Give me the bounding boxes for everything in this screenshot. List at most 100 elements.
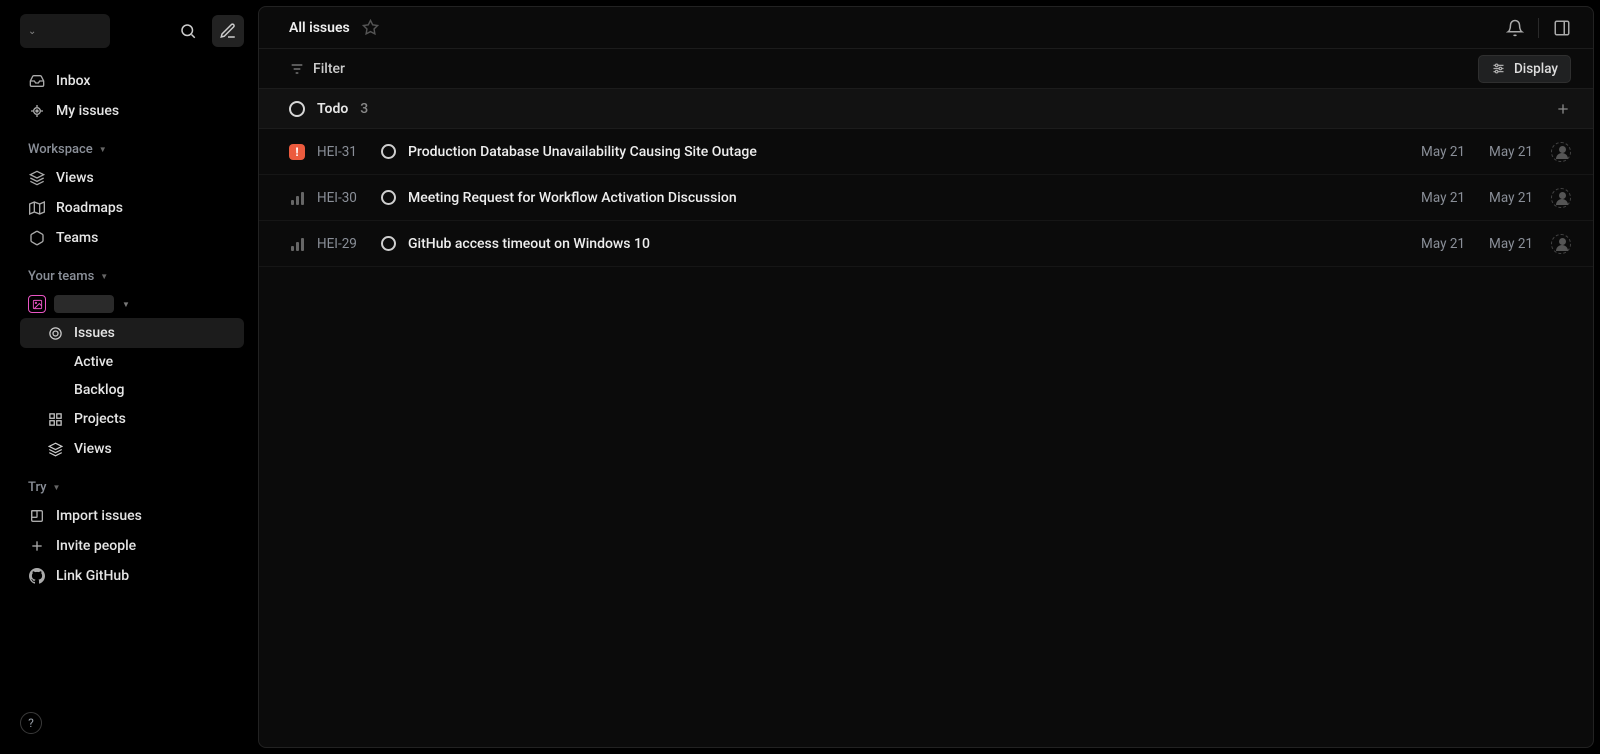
sidebar-item-active[interactable]: Active [20, 348, 244, 376]
filter-button[interactable]: Filter [289, 61, 345, 77]
status-todo-icon [289, 101, 305, 117]
section-your-teams[interactable]: Your teams ▼ [20, 253, 244, 290]
favorite-button[interactable] [362, 19, 379, 36]
chevron-down-icon: ▼ [53, 483, 61, 492]
sidebar-item-projects[interactable]: Projects [20, 404, 244, 434]
filter-bar: Filter Display [259, 49, 1593, 89]
issue-title: Meeting Request for Workflow Activation … [408, 190, 1397, 206]
group-header-todo: Todo 3 [259, 89, 1593, 129]
notifications-button[interactable] [1506, 19, 1524, 37]
assignee-button[interactable] [1551, 188, 1571, 208]
sidebar-item-label: Views [74, 441, 112, 457]
display-label: Display [1514, 61, 1558, 77]
issue-created-date: May 21 [1409, 144, 1465, 160]
issue-updated-date: May 21 [1477, 236, 1533, 252]
issue-updated-date: May 21 [1477, 144, 1533, 160]
issue-id: HEI-29 [317, 236, 369, 252]
sidebar-item-backlog[interactable]: Backlog [20, 376, 244, 404]
cube-icon [28, 229, 46, 247]
sidebar-item-label: Roadmaps [56, 200, 123, 216]
sidebar-item-label: Backlog [74, 382, 124, 398]
section-label: Your teams [28, 269, 94, 284]
team-name-placeholder [54, 295, 114, 313]
sidebar-item-label: Views [56, 170, 94, 186]
sidebar-item-label: Link GitHub [56, 568, 129, 584]
no-priority-icon [291, 237, 304, 251]
sidebar-item-label: Teams [56, 230, 98, 246]
sidebar-item-label: Invite people [56, 538, 136, 554]
section-workspace[interactable]: Workspace ▼ [20, 126, 244, 163]
sidebar-item-roadmaps[interactable]: Roadmaps [20, 193, 244, 223]
sidebar-item-issues[interactable]: Issues [20, 318, 244, 348]
urgent-badge-icon: ! [289, 144, 305, 160]
issue-title: GitHub access timeout on Windows 10 [408, 236, 1397, 252]
sidebar-top: ⌄ [20, 14, 244, 48]
chevron-down-icon: ▼ [100, 272, 108, 281]
main-panel: All issues Filter Display [258, 6, 1594, 748]
inbox-icon [28, 72, 46, 90]
status-todo-icon[interactable] [381, 190, 396, 205]
sidebar-item-my-issues[interactable]: My issues [20, 96, 244, 126]
sidebar-item-invite-people[interactable]: Invite people [20, 531, 244, 561]
page-header: All issues [259, 7, 1593, 49]
sidebar-item-teams[interactable]: Teams [20, 223, 244, 253]
issue-row[interactable]: HEI-30Meeting Request for Workflow Activ… [259, 175, 1593, 221]
sidebar-item-team-views[interactable]: Views [20, 434, 244, 464]
priority-icon[interactable] [289, 237, 305, 251]
status-todo-icon[interactable] [381, 236, 396, 251]
plus-icon [28, 537, 46, 555]
import-icon [28, 507, 46, 525]
toggle-sidebar-button[interactable] [1553, 19, 1571, 37]
sidebar-item-label: Inbox [56, 73, 90, 89]
grid-icon [46, 410, 64, 428]
issue-row[interactable]: HEI-29 GitHub access timeout on Windows 1… [259, 221, 1593, 267]
chevron-down-icon: ⌄ [28, 26, 36, 37]
no-priority-icon [291, 191, 304, 205]
layers-icon [28, 169, 46, 187]
team-sub-items: Issues Active Backlog Projects Views [20, 318, 244, 464]
chevron-down-icon: ▼ [99, 145, 107, 154]
issue-created-date: May 21 [1409, 236, 1465, 252]
issue-row[interactable]: ! HEI-31 Production Database Unavailabilit… [259, 129, 1593, 175]
issues-icon [46, 324, 64, 342]
display-button[interactable]: Display [1478, 55, 1571, 83]
sidebar-item-views[interactable]: Views [20, 163, 244, 193]
sidebar-item-import-issues[interactable]: Import issues [20, 501, 244, 531]
sidebar-item-link-github[interactable]: Link GitHub [20, 561, 244, 591]
issue-id: HEI-31 [317, 144, 369, 160]
group-count: 3 [360, 101, 368, 117]
issue-updated-date: May 21 [1477, 190, 1533, 206]
sidebar-item-label: My issues [56, 103, 119, 119]
sidebar: ⌄ Inbox My issues Workspace ▼ Views [6, 6, 258, 748]
new-issue-button[interactable] [212, 15, 244, 47]
priority-icon[interactable] [289, 191, 305, 205]
assignee-button[interactable] [1551, 234, 1571, 254]
search-button[interactable] [172, 15, 204, 47]
issue-title: Production Database Unavailability Causi… [408, 144, 1397, 160]
target-icon [28, 102, 46, 120]
issue-list: ! HEI-31 Production Database Unavailabilit… [259, 129, 1593, 267]
section-try[interactable]: Try ▼ [20, 464, 244, 501]
priority-icon[interactable]: ! [289, 144, 305, 160]
team-row[interactable]: ▼ [20, 290, 244, 318]
add-issue-button[interactable] [1555, 101, 1571, 117]
page-title: All issues [289, 20, 350, 36]
workspace-switcher[interactable]: ⌄ [20, 14, 110, 48]
group-status-label: Todo [317, 101, 348, 117]
sidebar-item-label: Active [74, 354, 113, 370]
divider [1538, 18, 1539, 38]
sidebar-item-label: Issues [74, 325, 115, 341]
github-icon [28, 567, 46, 585]
assignee-button[interactable] [1551, 142, 1571, 162]
status-todo-icon[interactable] [381, 144, 396, 159]
help-label: ? [28, 716, 34, 730]
layers-icon [46, 440, 64, 458]
sidebar-item-inbox[interactable]: Inbox [20, 66, 244, 96]
team-avatar-icon [28, 295, 46, 313]
sidebar-item-label: Projects [74, 411, 126, 427]
section-label: Try [28, 480, 47, 495]
help-button[interactable]: ? [20, 712, 42, 734]
section-label: Workspace [28, 142, 93, 157]
map-icon [28, 199, 46, 217]
filter-label: Filter [313, 61, 345, 77]
